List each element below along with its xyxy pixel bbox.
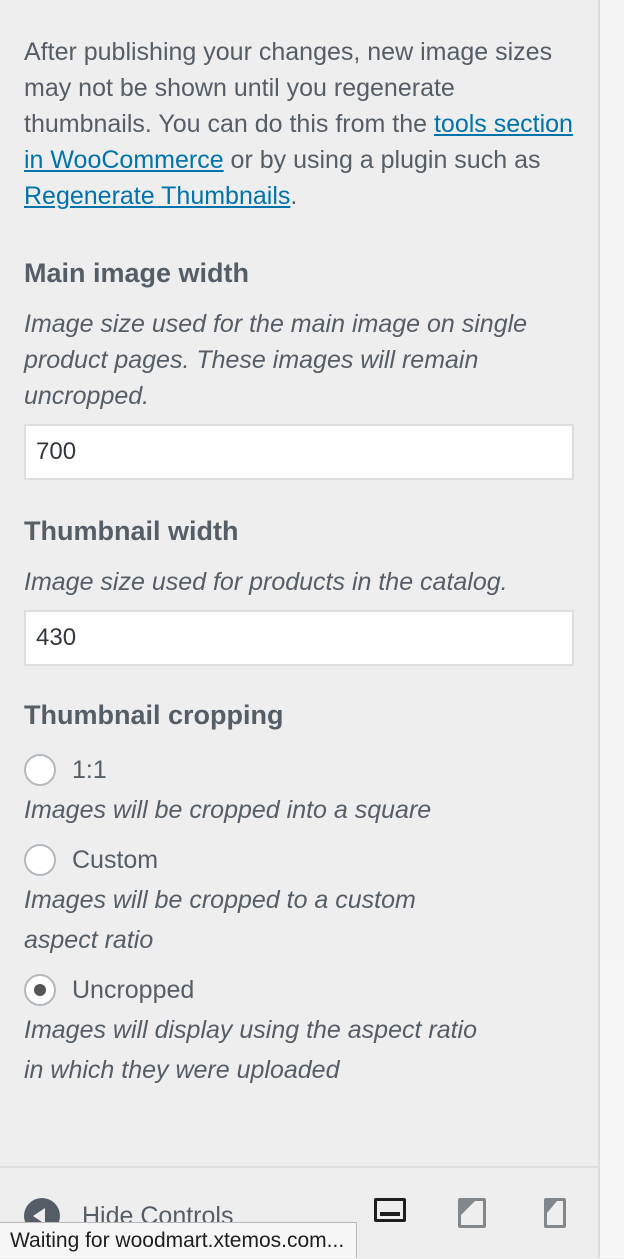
main-image-width-input[interactable]: [24, 424, 574, 480]
cropping-radio-row-square[interactable]: 1:1: [24, 752, 574, 788]
radio-button-custom[interactable]: [24, 844, 56, 876]
intro-notice: After publishing your changes, new image…: [24, 34, 574, 214]
preview-edge-lower: [600, 960, 624, 1258]
main-image-width-description: Image size used for the main image on si…: [24, 310, 528, 410]
product-images-section: After publishing your changes, new image…: [24, 34, 574, 1090]
thumbnail-cropping-title: Thumbnail cropping: [24, 700, 284, 730]
thumbnail-width-description: Image size used for products in the cata…: [24, 568, 508, 596]
intro-text-after: .: [290, 182, 298, 210]
cropping-option-uncropped: Uncropped Images will display using the …: [24, 972, 574, 1090]
main-image-width-title: Main image width: [24, 258, 250, 288]
radio-label-uncropped[interactable]: Uncropped: [72, 976, 194, 1005]
thumbnail-width-title: Thumbnail width: [24, 516, 239, 546]
cropping-option-square: 1:1 Images will be cropped into a square: [24, 752, 574, 830]
thumbnail-width-input[interactable]: [24, 610, 574, 666]
radio-label-custom[interactable]: Custom: [72, 846, 158, 875]
tablet-icon[interactable]: [458, 1198, 486, 1228]
radio-description-uncropped: Images will display using the aspect rat…: [24, 1016, 478, 1084]
cropping-option-custom: Custom Images will be cropped to a custo…: [24, 842, 574, 960]
preview-edge: [598, 0, 624, 1258]
radio-button-uncropped[interactable]: [24, 974, 56, 1006]
regenerate-thumbnails-link[interactable]: Regenerate Thumbnails: [24, 182, 290, 210]
intro-text-middle: or by using a plugin such as: [223, 146, 541, 174]
cropping-radio-row-uncropped[interactable]: Uncropped: [24, 972, 574, 1008]
desktop-icon[interactable]: [374, 1198, 406, 1222]
mobile-icon[interactable]: [544, 1198, 566, 1228]
browser-status-bar: Waiting for woodmart.xtemos.com...: [0, 1222, 358, 1258]
cropping-radio-row-custom[interactable]: Custom: [24, 842, 574, 878]
radio-description-square: Images will be cropped into a square: [24, 796, 432, 824]
radio-label-square[interactable]: 1:1: [72, 756, 107, 785]
customizer-panel: After publishing your changes, new image…: [0, 0, 598, 1258]
radio-description-custom: Images will be cropped to a custom aspec…: [24, 886, 416, 954]
radio-button-square[interactable]: [24, 754, 56, 786]
